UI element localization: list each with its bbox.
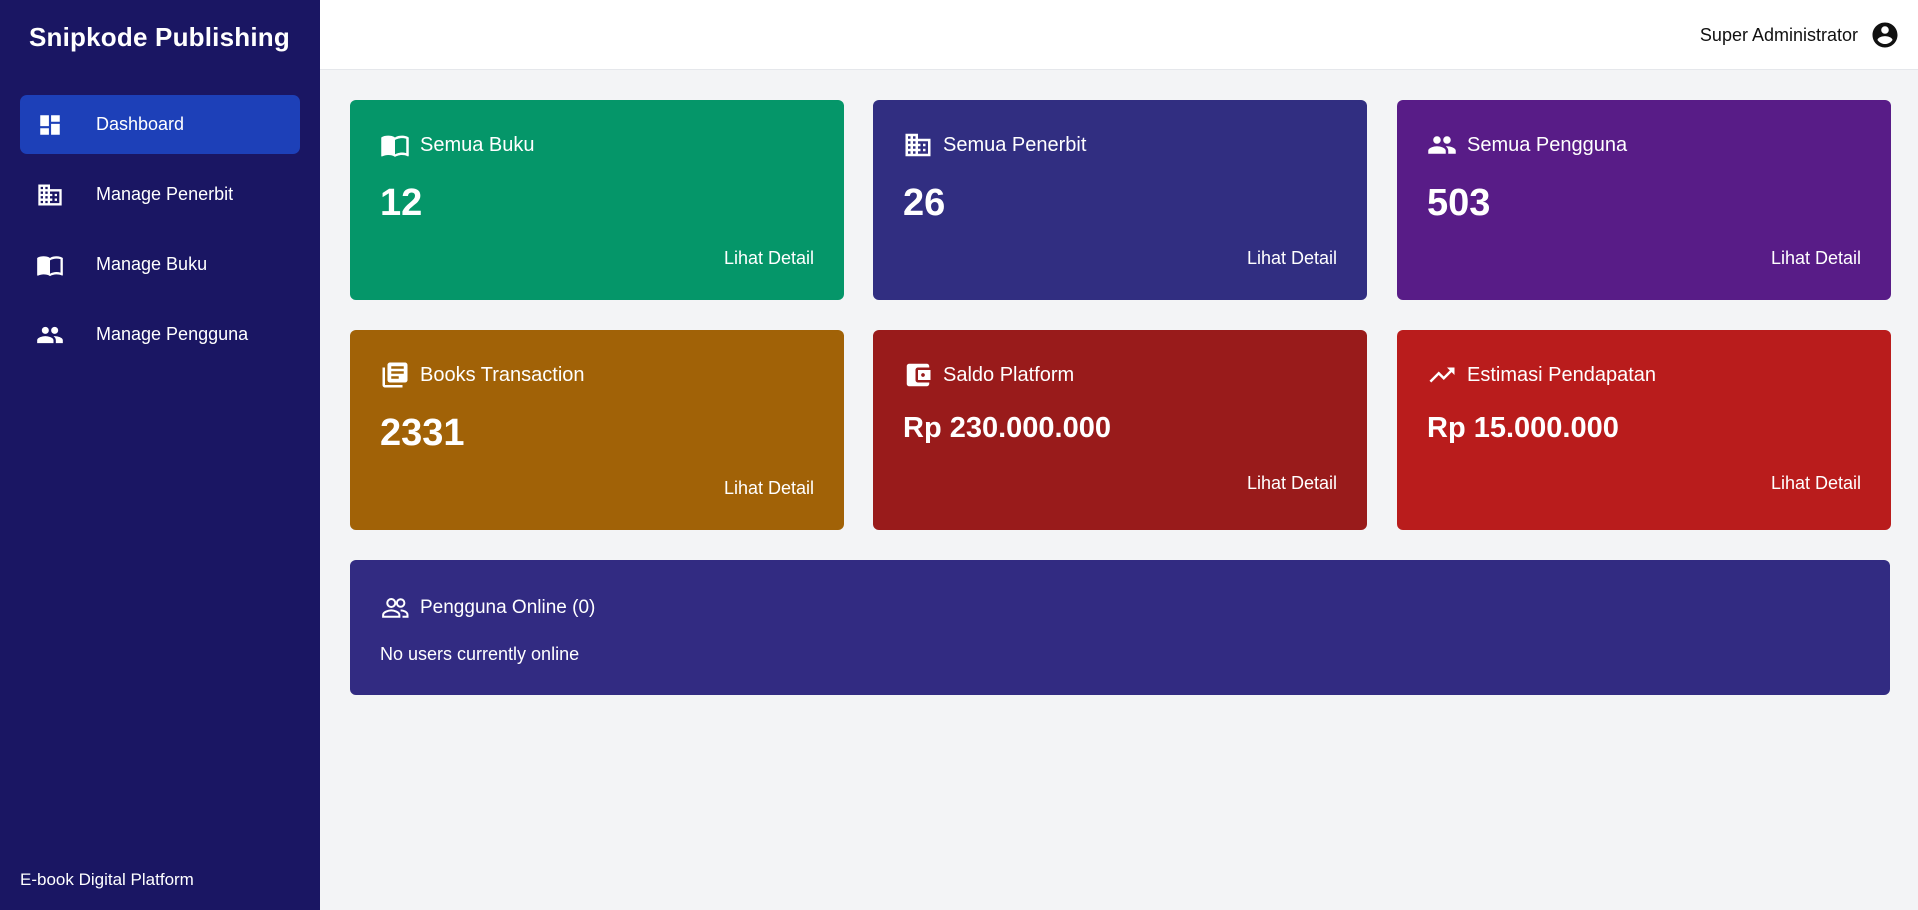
book-icon xyxy=(380,130,410,160)
wallet-icon xyxy=(903,360,933,390)
lihat-detail-link[interactable]: Lihat Detail xyxy=(1247,473,1337,494)
sidebar-item-label: Manage Pengguna xyxy=(96,324,249,344)
card-value: Rp 15.000.000 xyxy=(1427,412,1619,444)
sidebar-item-manage-pengguna[interactable]: Manage Pengguna xyxy=(20,305,300,364)
lihat-detail-link[interactable]: Lihat Detail xyxy=(724,248,814,269)
card-title: Saldo Platform xyxy=(943,363,1075,386)
card-value: 2331 xyxy=(380,412,465,454)
card-header: Estimasi Pendapatan xyxy=(1427,360,1656,390)
online-users-header: Pengguna Online (0) xyxy=(380,593,595,623)
card-title: Estimasi Pendapatan xyxy=(1467,363,1657,386)
card-value: 26 xyxy=(903,182,946,224)
book-icon xyxy=(36,251,64,279)
library-books-icon xyxy=(380,360,410,390)
card-saldo-platform: Saldo Platform Rp 230.000.000 Lihat Deta… xyxy=(873,330,1367,530)
users-outline-icon xyxy=(380,593,410,623)
building-icon xyxy=(36,181,64,209)
card-header: Books Transaction xyxy=(380,360,585,390)
lihat-detail-link[interactable]: Lihat Detail xyxy=(1771,473,1861,494)
sidebar-item-label: Manage Buku xyxy=(96,254,208,274)
card-books-transaction: Books Transaction 2331 Lihat Detail xyxy=(350,330,844,530)
users-icon xyxy=(1427,130,1457,160)
topbar: Super Administrator xyxy=(320,0,1918,70)
sidebar-footer: E-book Digital Platform xyxy=(20,870,194,889)
dashboard-icon xyxy=(36,111,64,139)
sidebar-item-manage-buku[interactable]: Manage Buku xyxy=(20,235,300,294)
sidebar-item-dashboard[interactable]: Dashboard xyxy=(20,95,300,154)
sidebar: Snipkode Publishing Dashboard Manage Pen… xyxy=(0,0,320,910)
sidebar-item-label: Manage Penerbit xyxy=(96,184,234,204)
lihat-detail-link[interactable]: Lihat Detail xyxy=(1771,248,1861,269)
user-menu[interactable]: Super Administrator xyxy=(1700,20,1900,50)
trending-up-icon xyxy=(1427,360,1457,390)
card-semua-pengguna: Semua Pengguna 503 Lihat Detail xyxy=(1397,100,1891,300)
online-users-title: Pengguna Online (0) xyxy=(420,597,596,618)
sidebar-nav: Dashboard Manage Penerbit Manage Buku Ma… xyxy=(20,95,300,375)
brand-title: Snipkode Publishing xyxy=(29,22,290,52)
card-header: Semua Buku xyxy=(380,130,535,160)
card-header: Semua Penerbit xyxy=(903,130,1086,160)
lihat-detail-link[interactable]: Lihat Detail xyxy=(1247,248,1337,269)
user-name: Super Administrator xyxy=(1699,24,1858,45)
card-value: Rp 230.000.000 xyxy=(903,412,1111,444)
card-title: Semua Pengguna xyxy=(1467,133,1628,156)
card-title: Books Transaction xyxy=(420,363,585,386)
card-title: Semua Penerbit xyxy=(943,133,1087,156)
lihat-detail-link[interactable]: Lihat Detail xyxy=(724,478,814,499)
online-users-empty-message: No users currently online xyxy=(380,644,580,664)
card-estimasi-pendapatan: Estimasi Pendapatan Rp 15.000.000 Lihat … xyxy=(1397,330,1891,530)
account-circle-icon[interactable] xyxy=(1870,20,1900,50)
card-header: Semua Pengguna xyxy=(1427,130,1627,160)
card-semua-buku: Semua Buku 12 Lihat Detail xyxy=(350,100,844,300)
building-icon xyxy=(903,130,933,160)
card-semua-penerbit: Semua Penerbit 26 Lihat Detail xyxy=(873,100,1367,300)
sidebar-item-label: Dashboard xyxy=(96,114,185,134)
users-icon xyxy=(36,321,64,349)
card-header: Saldo Platform xyxy=(903,360,1074,390)
card-value: 503 xyxy=(1427,182,1491,224)
card-value: 12 xyxy=(380,182,423,224)
online-users-panel: Pengguna Online (0) No users currently o… xyxy=(350,560,1890,695)
sidebar-item-manage-penerbit[interactable]: Manage Penerbit xyxy=(20,165,300,224)
card-title: Semua Buku xyxy=(420,133,535,156)
